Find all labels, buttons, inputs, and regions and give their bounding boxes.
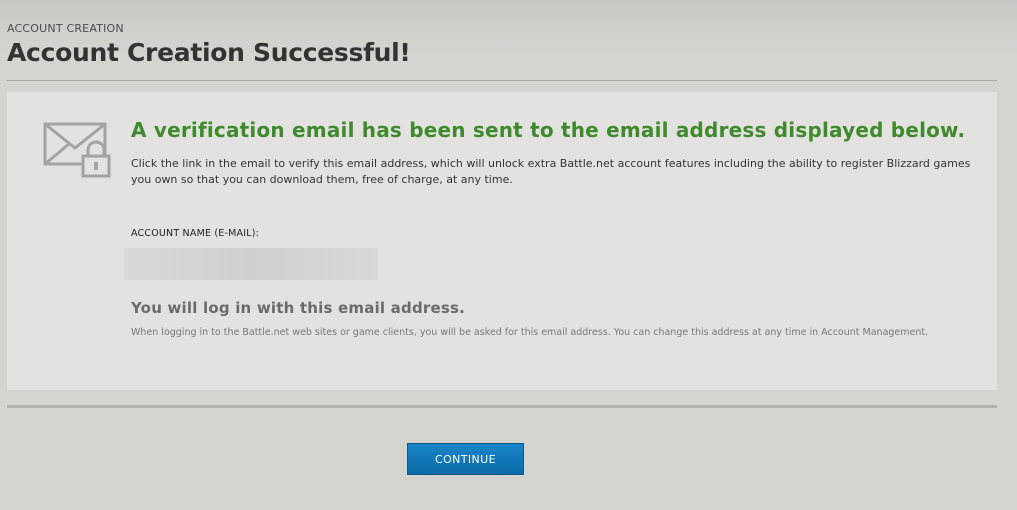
envelope-lock-icon: [43, 122, 111, 178]
verification-headline: A verification email has been sent to th…: [131, 118, 966, 142]
divider: [7, 80, 997, 81]
account-email-value: [124, 248, 378, 280]
divider: [7, 405, 997, 408]
continue-button[interactable]: CONTINUE: [407, 443, 524, 475]
login-note: You will log in with this email address.: [131, 299, 466, 317]
confirmation-panel: A verification email has been sent to th…: [7, 92, 997, 390]
verification-description: Click the link in the email to verify th…: [131, 157, 971, 186]
page-title: Account Creation Successful!: [7, 38, 411, 67]
account-name-label: ACCOUNT NAME (E-MAIL):: [131, 228, 260, 239]
breadcrumb: ACCOUNT CREATION: [7, 22, 124, 35]
login-detail: When logging in to the Battle.net web si…: [131, 327, 929, 338]
